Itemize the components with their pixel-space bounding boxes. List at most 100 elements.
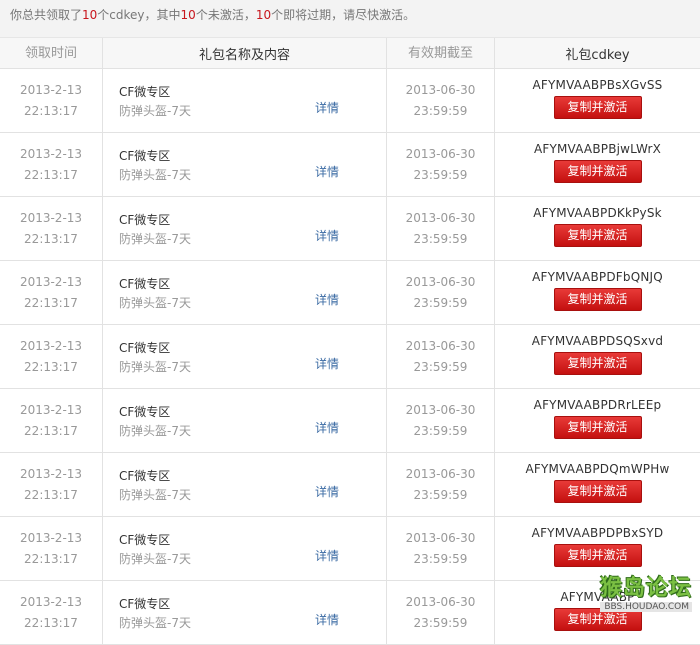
claim-time: 22:13:17 <box>0 229 102 250</box>
summary-bar: 你总共领取了10个cdkey，其中10个未激活，10个即将过期，请尽快激活。 <box>0 0 700 38</box>
claim-date: 2013-2-13 <box>0 80 102 101</box>
summary-total-count: 10 <box>82 8 97 22</box>
gift-item: 防弹头盔-7天 <box>119 614 191 631</box>
gift-info: CF微专区 防弹头盔-7天 详情 <box>103 197 386 260</box>
claim-time-cell: 2013-2-13 22:13:17 <box>0 197 103 261</box>
gift-cell: CF微专区 防弹头盔-7天 详情 <box>103 325 387 389</box>
claim-date: 2013-2-13 <box>0 528 102 549</box>
gift-cell: CF微专区 防弹头盔-7天 详情 <box>103 453 387 517</box>
detail-link[interactable]: 详情 <box>315 547 339 564</box>
expiry-date: 2013-06-30 <box>387 336 494 357</box>
summary-inactive-count: 10 <box>181 8 196 22</box>
detail-link[interactable]: 详情 <box>315 163 339 180</box>
table-body: 2013-2-13 22:13:17 CF微专区 防弹头盔-7天 详情 2013… <box>0 69 700 645</box>
table-row: 2013-2-13 22:13:17 CF微专区 防弹头盔-7天 详情 2013… <box>0 325 700 389</box>
claim-time-cell: 2013-2-13 22:13:17 <box>0 389 103 453</box>
table-row: 2013-2-13 22:13:17 CF微专区 防弹头盔-7天 详情 2013… <box>0 453 700 517</box>
gift-name: CF微专区 <box>119 467 170 484</box>
claim-time-cell: 2013-2-13 22:13:17 <box>0 261 103 325</box>
claim-time: 22:13:17 <box>0 293 102 314</box>
cdkey-cell: AFYMVAABPDKkPySk 复制并激活 <box>495 197 700 261</box>
copy-activate-button[interactable]: 复制并激活 <box>554 160 642 183</box>
detail-link[interactable]: 详情 <box>315 419 339 436</box>
table-row: 2013-2-13 22:13:17 CF微专区 防弹头盔-7天 详情 2013… <box>0 197 700 261</box>
copy-activate-button[interactable]: 复制并激活 <box>554 544 642 567</box>
expiry-cell: 2013-06-30 23:59:59 <box>387 389 495 453</box>
claim-time-cell: 2013-2-13 22:13:17 <box>0 517 103 581</box>
expiry-time: 23:59:59 <box>387 229 494 250</box>
copy-activate-button[interactable]: 复制并激活 <box>554 352 642 375</box>
gift-cell: CF微专区 防弹头盔-7天 详情 <box>103 197 387 261</box>
cdkey-value: AFYMVAABPDRrLEEp <box>495 398 700 412</box>
cdkey-value: AFYMVAABPDSQSxvd <box>495 334 700 348</box>
copy-activate-button[interactable]: 复制并激活 <box>554 480 642 503</box>
claim-time: 22:13:17 <box>0 549 102 570</box>
cdkey-cell: AFYMVAABPDFbQNJQ 复制并激活 <box>495 261 700 325</box>
cdkey-value: AFYMVAABPDQmWPHw <box>495 462 700 476</box>
expiry-time: 23:59:59 <box>387 165 494 186</box>
gift-name: CF微专区 <box>119 275 170 292</box>
detail-link[interactable]: 详情 <box>315 355 339 372</box>
summary-text-4: 个即将过期，请尽快激活。 <box>271 8 415 22</box>
expiry-date: 2013-06-30 <box>387 464 494 485</box>
expiry-time: 23:59:59 <box>387 101 494 122</box>
claim-date: 2013-2-13 <box>0 272 102 293</box>
gift-cell: CF微专区 防弹头盔-7天 详情 <box>103 517 387 581</box>
summary-text-2: 个cdkey，其中 <box>97 8 180 22</box>
table-row: 2013-2-13 22:13:17 CF微专区 防弹头盔-7天 详情 2013… <box>0 69 700 133</box>
gift-name: CF微专区 <box>119 147 170 164</box>
expiry-date: 2013-06-30 <box>387 208 494 229</box>
gift-info: CF微专区 防弹头盔-7天 详情 <box>103 325 386 388</box>
gift-name: CF微专区 <box>119 403 170 420</box>
gift-item: 防弹头盔-7天 <box>119 102 191 119</box>
expiry-date: 2013-06-30 <box>387 528 494 549</box>
cdkey-value: AFYMVAABPDPBxSYD <box>495 526 700 540</box>
copy-activate-button[interactable]: 复制并激活 <box>554 96 642 119</box>
gift-item: 防弹头盔-7天 <box>119 422 191 439</box>
gift-info: CF微专区 防弹头盔-7天 详情 <box>103 453 386 516</box>
gift-name: CF微专区 <box>119 531 170 548</box>
summary-text-3: 个未激活， <box>196 8 256 22</box>
cdkey-cell: AFYMVAABPBsXGvSS 复制并激活 <box>495 69 700 133</box>
watermark-logo-text: 猴岛论坛 <box>600 570 692 602</box>
gift-item: 防弹头盔-7天 <box>119 550 191 567</box>
cdkey-cell: AFYMVAABPDSQSxvd 复制并激活 <box>495 325 700 389</box>
cdkey-cell: AFYMVAABPDRrLEEp 复制并激活 <box>495 389 700 453</box>
gift-cell: CF微专区 防弹头盔-7天 详情 <box>103 389 387 453</box>
gift-info: CF微专区 防弹头盔-7天 详情 <box>103 389 386 452</box>
expiry-date: 2013-06-30 <box>387 272 494 293</box>
claim-date: 2013-2-13 <box>0 336 102 357</box>
expiry-time: 23:59:59 <box>387 357 494 378</box>
detail-link[interactable]: 详情 <box>315 99 339 116</box>
gift-cell: CF微专区 防弹头盔-7天 详情 <box>103 133 387 197</box>
claim-time: 22:13:17 <box>0 613 102 634</box>
copy-activate-button[interactable]: 复制并激活 <box>554 224 642 247</box>
claim-date: 2013-2-13 <box>0 464 102 485</box>
table-row: 2013-2-13 22:13:17 CF微专区 防弹头盔-7天 详情 2013… <box>0 389 700 453</box>
expiry-cell: 2013-06-30 23:59:59 <box>387 133 495 197</box>
copy-activate-button[interactable]: 复制并激活 <box>554 416 642 439</box>
detail-link[interactable]: 详情 <box>315 291 339 308</box>
detail-link[interactable]: 详情 <box>315 483 339 500</box>
cdkey-value: AFYMVAABPBjwLWrX <box>495 142 700 156</box>
summary-text-1: 你总共领取了 <box>10 8 82 22</box>
gift-cell: CF微专区 防弹头盔-7天 详情 <box>103 69 387 133</box>
claim-time: 22:13:17 <box>0 421 102 442</box>
site-watermark: 猴岛论坛 BBS.HOUDAO.COM <box>600 570 692 612</box>
gift-info: CF微专区 防弹头盔-7天 详情 <box>103 69 386 132</box>
gift-item: 防弹头盔-7天 <box>119 230 191 247</box>
table-row: 2013-2-13 22:13:17 CF微专区 防弹头盔-7天 详情 2013… <box>0 133 700 197</box>
gift-item: 防弹头盔-7天 <box>119 294 191 311</box>
copy-activate-button[interactable]: 复制并激活 <box>554 288 642 311</box>
detail-link[interactable]: 详情 <box>315 227 339 244</box>
claim-time-cell: 2013-2-13 22:13:17 <box>0 581 103 645</box>
expiry-date: 2013-06-30 <box>387 400 494 421</box>
expiry-cell: 2013-06-30 23:59:59 <box>387 581 495 645</box>
gift-name: CF微专区 <box>119 83 170 100</box>
detail-link[interactable]: 详情 <box>315 611 339 628</box>
claim-time-cell: 2013-2-13 22:13:17 <box>0 69 103 133</box>
claim-time-cell: 2013-2-13 22:13:17 <box>0 133 103 197</box>
expiry-date: 2013-06-30 <box>387 592 494 613</box>
claim-time: 22:13:17 <box>0 357 102 378</box>
table-row: 2013-2-13 22:13:17 CF微专区 防弹头盔-7天 详情 2013… <box>0 261 700 325</box>
